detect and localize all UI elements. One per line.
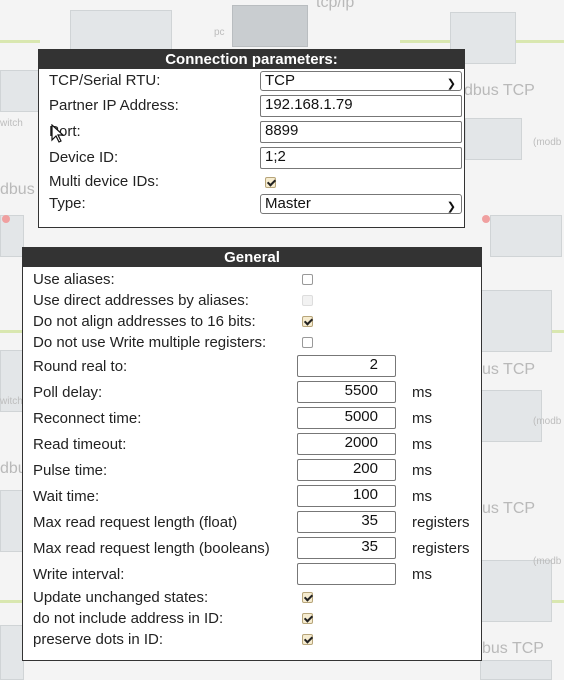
preserve-dots-checkbox[interactable] (302, 634, 313, 645)
mouse-cursor-icon (51, 124, 65, 143)
device-id-input[interactable]: 1;2 (260, 147, 462, 169)
read-timeout-label: Read timeout: (33, 436, 127, 453)
partner-ip-input[interactable]: 192.168.1.79 (260, 95, 462, 117)
connection-parameters-panel: Connection parameters: TCP/Serial RTU: T… (38, 49, 465, 228)
pulse-time-label: Pulse time: (33, 462, 108, 479)
max-read-float-unit: registers (412, 514, 470, 531)
do-not-align-checkbox[interactable] (302, 316, 313, 327)
max-read-float-input[interactable]: 35 (297, 511, 396, 533)
bg-label: tcp/ip (316, 0, 355, 11)
pulse-time-input[interactable]: 200 (297, 459, 396, 481)
write-interval-input[interactable] (297, 563, 396, 585)
bg-label: pc (214, 27, 225, 38)
bg-label: witch (0, 396, 23, 407)
type-label: Type: (49, 195, 86, 212)
chevron-down-icon: ❯ (446, 78, 456, 90)
pc-icon (232, 5, 308, 47)
device-id-label: Device ID: (49, 149, 119, 166)
max-read-booleans-label: Max read request length (booleans) (33, 540, 270, 557)
bg-label: us TCP (482, 500, 536, 517)
poll-delay-label: Poll delay: (33, 384, 103, 401)
chevron-down-icon: ❯ (446, 201, 456, 213)
bg-label: (modb (533, 137, 562, 148)
bg-label: (modb (533, 556, 562, 567)
tcp-serial-label: TCP/Serial RTU: (49, 72, 161, 89)
type-value: Master (265, 195, 311, 212)
wait-time-unit: ms (412, 488, 432, 505)
poll-delay-input[interactable]: 5500 (297, 381, 396, 403)
bg-label: us TCP (482, 361, 536, 378)
write-interval-unit: ms (412, 566, 432, 583)
wait-time-label: Wait time: (33, 488, 100, 505)
update-unchanged-checkbox[interactable] (302, 592, 313, 603)
multi-device-ids-checkbox[interactable] (265, 177, 276, 188)
read-timeout-input[interactable]: 2000 (297, 433, 396, 455)
use-aliases-checkbox[interactable] (302, 274, 313, 285)
multi-device-ids-label: Multi device IDs: (49, 173, 160, 190)
do-not-use-write-multiple-label: Do not use Write multiple registers: (33, 334, 267, 351)
partner-ip-label: Partner IP Address: (49, 97, 179, 114)
use-aliases-label: Use aliases: (33, 271, 115, 288)
wait-time-input[interactable]: 100 (297, 485, 396, 507)
no-address-in-id-label: do not include address in ID: (33, 610, 224, 627)
tcp-serial-value: TCP (265, 72, 295, 89)
round-real-input[interactable]: 2 (297, 355, 396, 377)
bg-label: witch (0, 118, 23, 129)
read-timeout-unit: ms (412, 436, 432, 453)
do-not-align-label: Do not align addresses to 16 bits: (33, 313, 256, 330)
general-title: General (23, 248, 481, 267)
use-direct-addresses-checkbox[interactable] (302, 295, 313, 306)
bg-label: dbus TCP (464, 82, 535, 99)
max-read-booleans-input[interactable]: 35 (297, 537, 396, 559)
connection-parameters-title: Connection parameters: (39, 50, 464, 69)
poll-delay-unit: ms (412, 384, 432, 401)
bg-label: (modb (533, 416, 562, 427)
bg-label: bus TCP (482, 640, 544, 657)
pulse-time-unit: ms (412, 462, 432, 479)
general-panel: General Use aliases: Use direct addresse… (22, 247, 482, 661)
reconnect-time-input[interactable]: 5000 (297, 407, 396, 429)
reconnect-time-unit: ms (412, 410, 432, 427)
update-unchanged-label: Update unchanged states: (33, 589, 209, 606)
port-input[interactable]: 8899 (260, 121, 462, 143)
preserve-dots-label: preserve dots in ID: (33, 631, 164, 648)
max-read-booleans-unit: registers (412, 540, 470, 557)
tcp-serial-select[interactable]: TCP ❯ (260, 71, 462, 91)
max-read-float-label: Max read request length (float) (33, 514, 238, 531)
round-real-label: Round real to: (33, 358, 128, 375)
use-direct-addresses-label: Use direct addresses by aliases: (33, 292, 249, 309)
reconnect-time-label: Reconnect time: (33, 410, 142, 427)
write-interval-label: Write interval: (33, 566, 125, 583)
do-not-use-write-multiple-checkbox[interactable] (302, 337, 313, 348)
no-address-in-id-checkbox[interactable] (302, 613, 313, 624)
bg-label: dbus (0, 181, 35, 198)
type-select[interactable]: Master ❯ (260, 194, 462, 214)
